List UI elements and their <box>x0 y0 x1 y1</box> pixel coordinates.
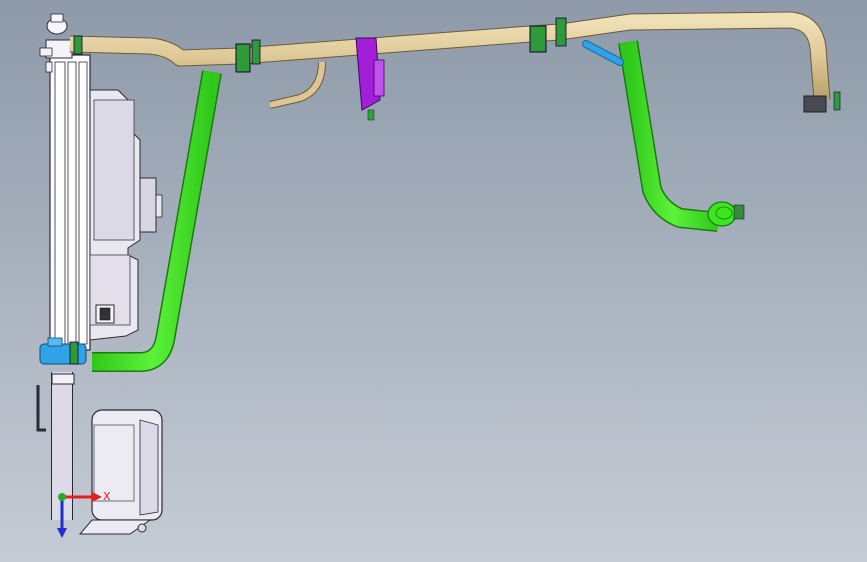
cooling-system-model[interactable]: X <box>0 0 867 562</box>
fan-shroud[interactable] <box>89 89 163 341</box>
right-green-hose[interactable] <box>618 40 745 232</box>
cad-viewport[interactable]: X <box>0 0 867 562</box>
upper-coolant-pipe[interactable] <box>69 11 831 113</box>
radiator[interactable] <box>39 13 91 351</box>
triad-x-label: X <box>103 490 111 503</box>
surge-tank[interactable] <box>78 409 163 535</box>
